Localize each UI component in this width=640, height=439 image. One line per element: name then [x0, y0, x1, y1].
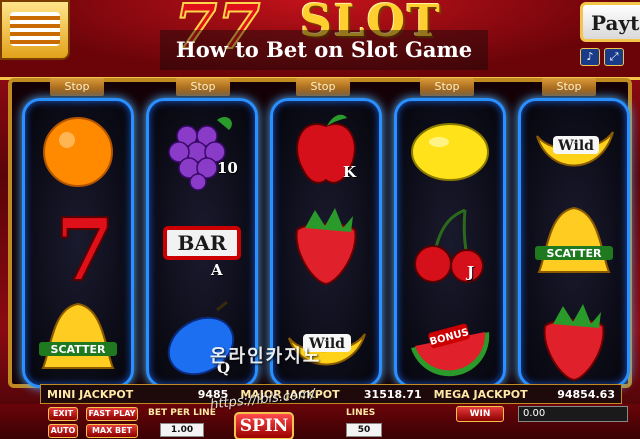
- reel-3-row-1-suffix: K: [343, 163, 357, 181]
- settings-icon-group: ♪ ⤢: [580, 48, 624, 66]
- fullscreen-icon[interactable]: ⤢: [604, 48, 624, 66]
- reel-1: 7 SCATTER: [22, 98, 134, 388]
- stop-button-reel-2[interactable]: Stop: [176, 78, 230, 96]
- strawberry-icon: [273, 197, 379, 293]
- stop-button-reel-5[interactable]: Stop: [542, 78, 596, 96]
- apple-icon: K: [273, 101, 379, 197]
- major-jackpot-amount: 31518.71: [363, 387, 422, 401]
- watermelon-bonus-icon: BONUS: [397, 293, 503, 389]
- lines-indicator-icon: [10, 12, 60, 46]
- mega-jackpot-label: MEGA JACKPOT: [433, 387, 528, 401]
- stop-button-reel-4[interactable]: Stop: [420, 78, 474, 96]
- bet-per-line-value[interactable]: 1.00: [160, 423, 204, 437]
- max-bet-button[interactable]: MAX BET: [86, 424, 138, 438]
- sound-icon[interactable]: ♪: [580, 48, 600, 66]
- jackpot-bar: MINI JACKPOT 9485 MAJOR JACKPOT 31518.71…: [40, 384, 622, 404]
- reel-4-row-2-suffix: J: [467, 263, 475, 281]
- win-label: WIN: [456, 406, 504, 422]
- bar-icon: BAR A: [149, 197, 255, 293]
- slot-machine-cabinet: 77 SLOT Payt ♪ ⤢ How to Bet on Slot Game…: [0, 0, 640, 439]
- scatter-bell-icon: SCATTER: [521, 197, 627, 293]
- fast-play-button[interactable]: FAST PLAY: [86, 407, 138, 421]
- strawberry-icon: [521, 293, 627, 389]
- lemon-icon: [397, 101, 503, 197]
- stop-button-reel-3[interactable]: Stop: [296, 78, 350, 96]
- banana-wild-icon: Wild: [273, 293, 379, 389]
- bet-per-line-label: BET PER LINE: [148, 408, 216, 418]
- mini-jackpot-label: MINI JACKPOT: [47, 387, 134, 401]
- banana-wild-icon: Wild: [521, 101, 627, 197]
- wild-label: Wild: [557, 138, 594, 154]
- mega-jackpot-amount: 94854.63: [557, 387, 615, 401]
- reel-2-row-1-suffix: 10: [217, 159, 238, 177]
- lines-indicator-panel: [0, 0, 70, 60]
- scatter-label: SCATTER: [547, 247, 602, 260]
- watermark-text: 온라인카지노: [210, 346, 322, 367]
- reel-2-row-2-suffix: A: [211, 261, 223, 279]
- spin-button[interactable]: SPIN: [234, 412, 294, 439]
- exit-button[interactable]: EXIT: [48, 407, 78, 421]
- scatter-bell-icon: SCATTER: [25, 293, 131, 389]
- mini-jackpot: MINI JACKPOT 9485: [41, 388, 234, 401]
- svg-text:7: 7: [55, 202, 115, 288]
- lines-value[interactable]: 50: [346, 423, 382, 437]
- stop-button-reel-1[interactable]: Stop: [50, 78, 104, 96]
- lines-label: LINES: [346, 408, 376, 418]
- scatter-label: SCATTER: [51, 343, 106, 356]
- cherries-icon: J: [397, 197, 503, 293]
- paytable-button[interactable]: Payt: [580, 2, 640, 42]
- page-title: How to Bet on Slot Game: [160, 30, 488, 70]
- orange-icon: [25, 101, 131, 197]
- plum-icon: Q: [149, 293, 255, 389]
- reel-4: J BONUS: [394, 98, 506, 388]
- mega-jackpot: MEGA JACKPOT 94854.63: [428, 388, 621, 401]
- auto-button[interactable]: AUTO: [48, 424, 78, 438]
- grapes-icon: 10: [149, 101, 255, 197]
- win-value: 0.00: [518, 406, 628, 422]
- seven-icon: 7: [25, 197, 131, 293]
- control-panel: EXIT FAST PLAY AUTO MAX BET BET PER LINE…: [0, 404, 640, 439]
- bar-label: BAR: [177, 231, 226, 255]
- reel-5: Wild SCATTER: [518, 98, 630, 388]
